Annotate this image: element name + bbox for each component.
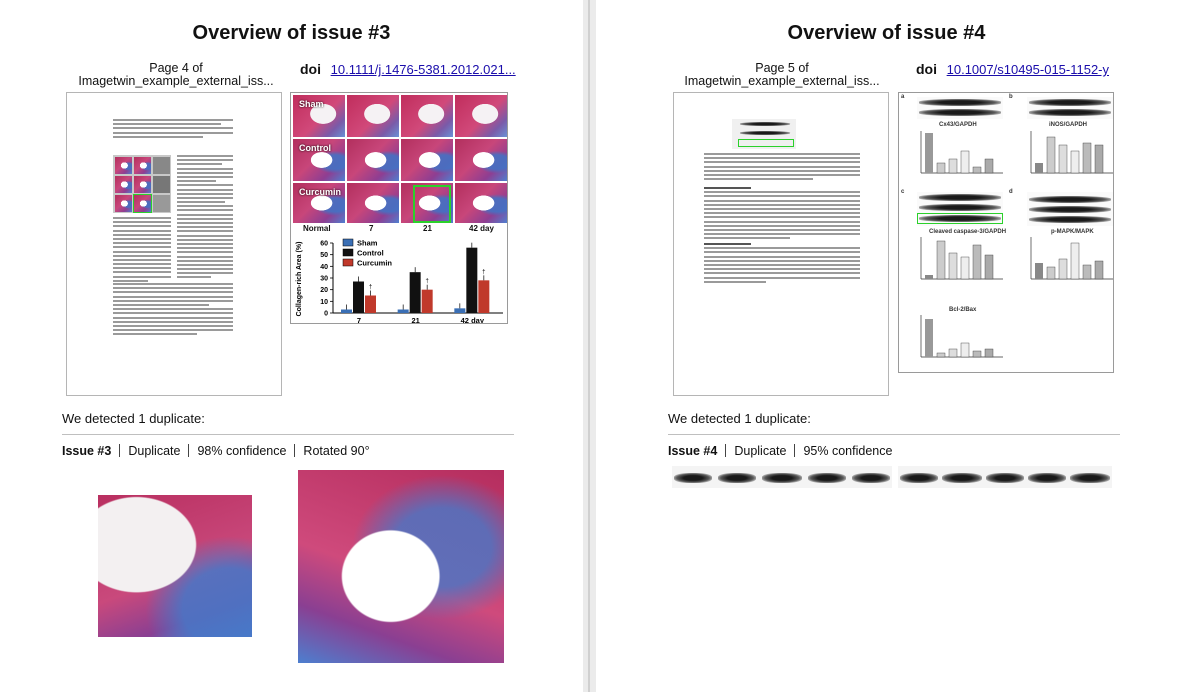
separator — [668, 434, 1120, 435]
dagger-annotation: † — [482, 269, 485, 275]
bar-control-2 — [466, 247, 478, 313]
blot-d — [1027, 192, 1113, 226]
figure-preview[interactable]: Sham Control Curcumin Normal 7 21 42 day… — [290, 92, 508, 324]
bar-curcumin-1 — [421, 289, 433, 313]
column-labels: Normal 7 21 42 day — [291, 224, 507, 236]
page-label: Page 4 of Imagetwin_example_external_iss… — [78, 61, 274, 88]
page-figure-thumb — [113, 155, 171, 213]
figure-preview[interactable]: a Cx43/GAPDH b iNOS/GAPDH c Cleaved casp… — [898, 92, 1114, 373]
chart-b — [1030, 131, 1113, 174]
bar-control-1 — [409, 272, 421, 313]
y-tick-label: 30 — [320, 276, 328, 283]
legend-label-curcumin: Curcumin — [357, 259, 392, 268]
page-thumbnail[interactable] — [66, 92, 282, 396]
duplicate-crop-1[interactable] — [98, 495, 252, 637]
col-label-21: 21 — [423, 224, 432, 233]
bar-control-0 — [353, 281, 364, 313]
dup-type: Duplicate — [734, 444, 787, 458]
doi-row: doi 10.1007/s10495-015-1152-y — [916, 61, 1109, 77]
page-text-conclusion — [704, 243, 860, 285]
page-text-right — [177, 155, 233, 281]
bar-curcumin-0 — [365, 295, 376, 313]
page-thumbnail[interactable] — [673, 92, 889, 396]
doi-label: doi — [300, 61, 321, 77]
confidence: 98% confidence — [197, 444, 287, 458]
doi-link[interactable]: 10.1007/s10495-015-1152-y — [947, 62, 1109, 77]
section-d: d — [1009, 189, 1013, 195]
panel-divider — [583, 0, 596, 692]
legend-swatch-curcumin — [342, 258, 354, 267]
blot-highlight — [917, 213, 1003, 224]
chart-a — [920, 131, 1003, 174]
collagen-bar-chart: Collagen-rich Area (%) 0 10 20 30 40 50 60 † 7 † 21… — [291, 237, 507, 324]
chart-e — [920, 315, 1003, 358]
doi-label: doi — [916, 61, 937, 77]
page-text-bottom — [113, 283, 233, 337]
blot-c — [917, 192, 1003, 226]
section-c: c — [901, 189, 905, 195]
blot-b — [1027, 97, 1113, 119]
issue-title: Overview of issue #3 — [192, 22, 391, 44]
legend-label-control: Control — [357, 249, 384, 258]
chart-d — [1030, 237, 1113, 280]
dagger-annotation: † — [425, 279, 428, 285]
page-label: Page 5 of Imagetwin_example_external_iss… — [684, 61, 880, 88]
duplicate-crop-1[interactable] — [672, 466, 892, 488]
y-tick-label: 20 — [320, 287, 328, 294]
col-label-7: 7 — [369, 224, 374, 233]
x-tick-label: 7 — [357, 316, 361, 324]
x-tick-label: 21 — [411, 316, 419, 324]
legend-label-sham: Sham — [357, 239, 378, 248]
y-tick-label: 40 — [320, 264, 328, 271]
issue-panel-3: Overview of issue #3 Page 4 of Imagetwin… — [0, 0, 583, 692]
y-tick-label: 60 — [320, 241, 328, 248]
y-tick-label: 10 — [320, 299, 328, 306]
legend-swatch-control — [342, 248, 354, 257]
bar-sham-2 — [454, 308, 466, 313]
title-cx43: Cx43/GAPDH — [939, 122, 977, 128]
bar-sham-0 — [341, 309, 352, 313]
detected-text: We detected 1 duplicate: — [668, 411, 811, 426]
x-tick-label: 42 day — [461, 316, 485, 324]
doi-link[interactable]: 10.1111/j.1476-5381.2012.021... — [331, 62, 516, 77]
transform: Rotated 90° — [303, 444, 370, 458]
duplicate-highlight-box — [413, 185, 451, 223]
duplicate-crop-2[interactable] — [298, 470, 504, 663]
bar-sham-1 — [397, 309, 409, 313]
y-axis-label: Collagen-rich Area (%) — [296, 242, 303, 317]
row-label-sham: Sham — [299, 99, 324, 109]
issue-label: Issue #3 — [62, 444, 112, 458]
page-text-top — [113, 119, 233, 140]
section-a: a — [901, 94, 905, 100]
issue-title: Overview of issue #4 — [787, 22, 986, 44]
blot-a — [917, 97, 1003, 119]
chart-svg: Collagen-rich Area (%) 0 10 20 30 40 50 60 † 7 † 21… — [296, 238, 503, 324]
duplicate-meta: Issue #4 Duplicate 95% confidence — [668, 444, 892, 458]
col-label-normal: Normal — [303, 224, 331, 233]
page-blot-thumb — [732, 119, 796, 149]
issue-panel-4: Overview of issue #4 Page 5 of Imagetwin… — [596, 0, 1177, 692]
dagger-annotation: † — [369, 285, 372, 291]
duplicate-meta: Issue #3 Duplicate 98% confidence Rotated 9… — [62, 444, 370, 458]
col-label-42: 42 day — [469, 224, 494, 233]
page-text-discussion — [704, 187, 860, 241]
row-label-curcumin: Curcumin — [299, 187, 342, 197]
dup-type: Duplicate — [128, 444, 181, 458]
title-inos: iNOS/GAPDH — [1049, 122, 1088, 128]
duplicate-crop-2[interactable] — [898, 466, 1112, 488]
bar-curcumin-2 — [478, 280, 490, 313]
row-label-control: Control — [299, 143, 331, 153]
separator — [62, 434, 514, 435]
legend-swatch-sham — [342, 238, 354, 247]
page-caption — [113, 217, 171, 284]
section-b: b — [1009, 94, 1013, 100]
page-caption — [704, 153, 860, 182]
doi-row: doi 10.1111/j.1476-5381.2012.021... — [300, 61, 516, 77]
y-tick-label: 0 — [324, 311, 328, 318]
y-tick-label: 50 — [320, 252, 328, 259]
detected-text: We detected 1 duplicate: — [62, 411, 205, 426]
chart-c — [920, 237, 1003, 280]
issue-label: Issue #4 — [668, 444, 718, 458]
confidence: 95% confidence — [803, 444, 893, 458]
